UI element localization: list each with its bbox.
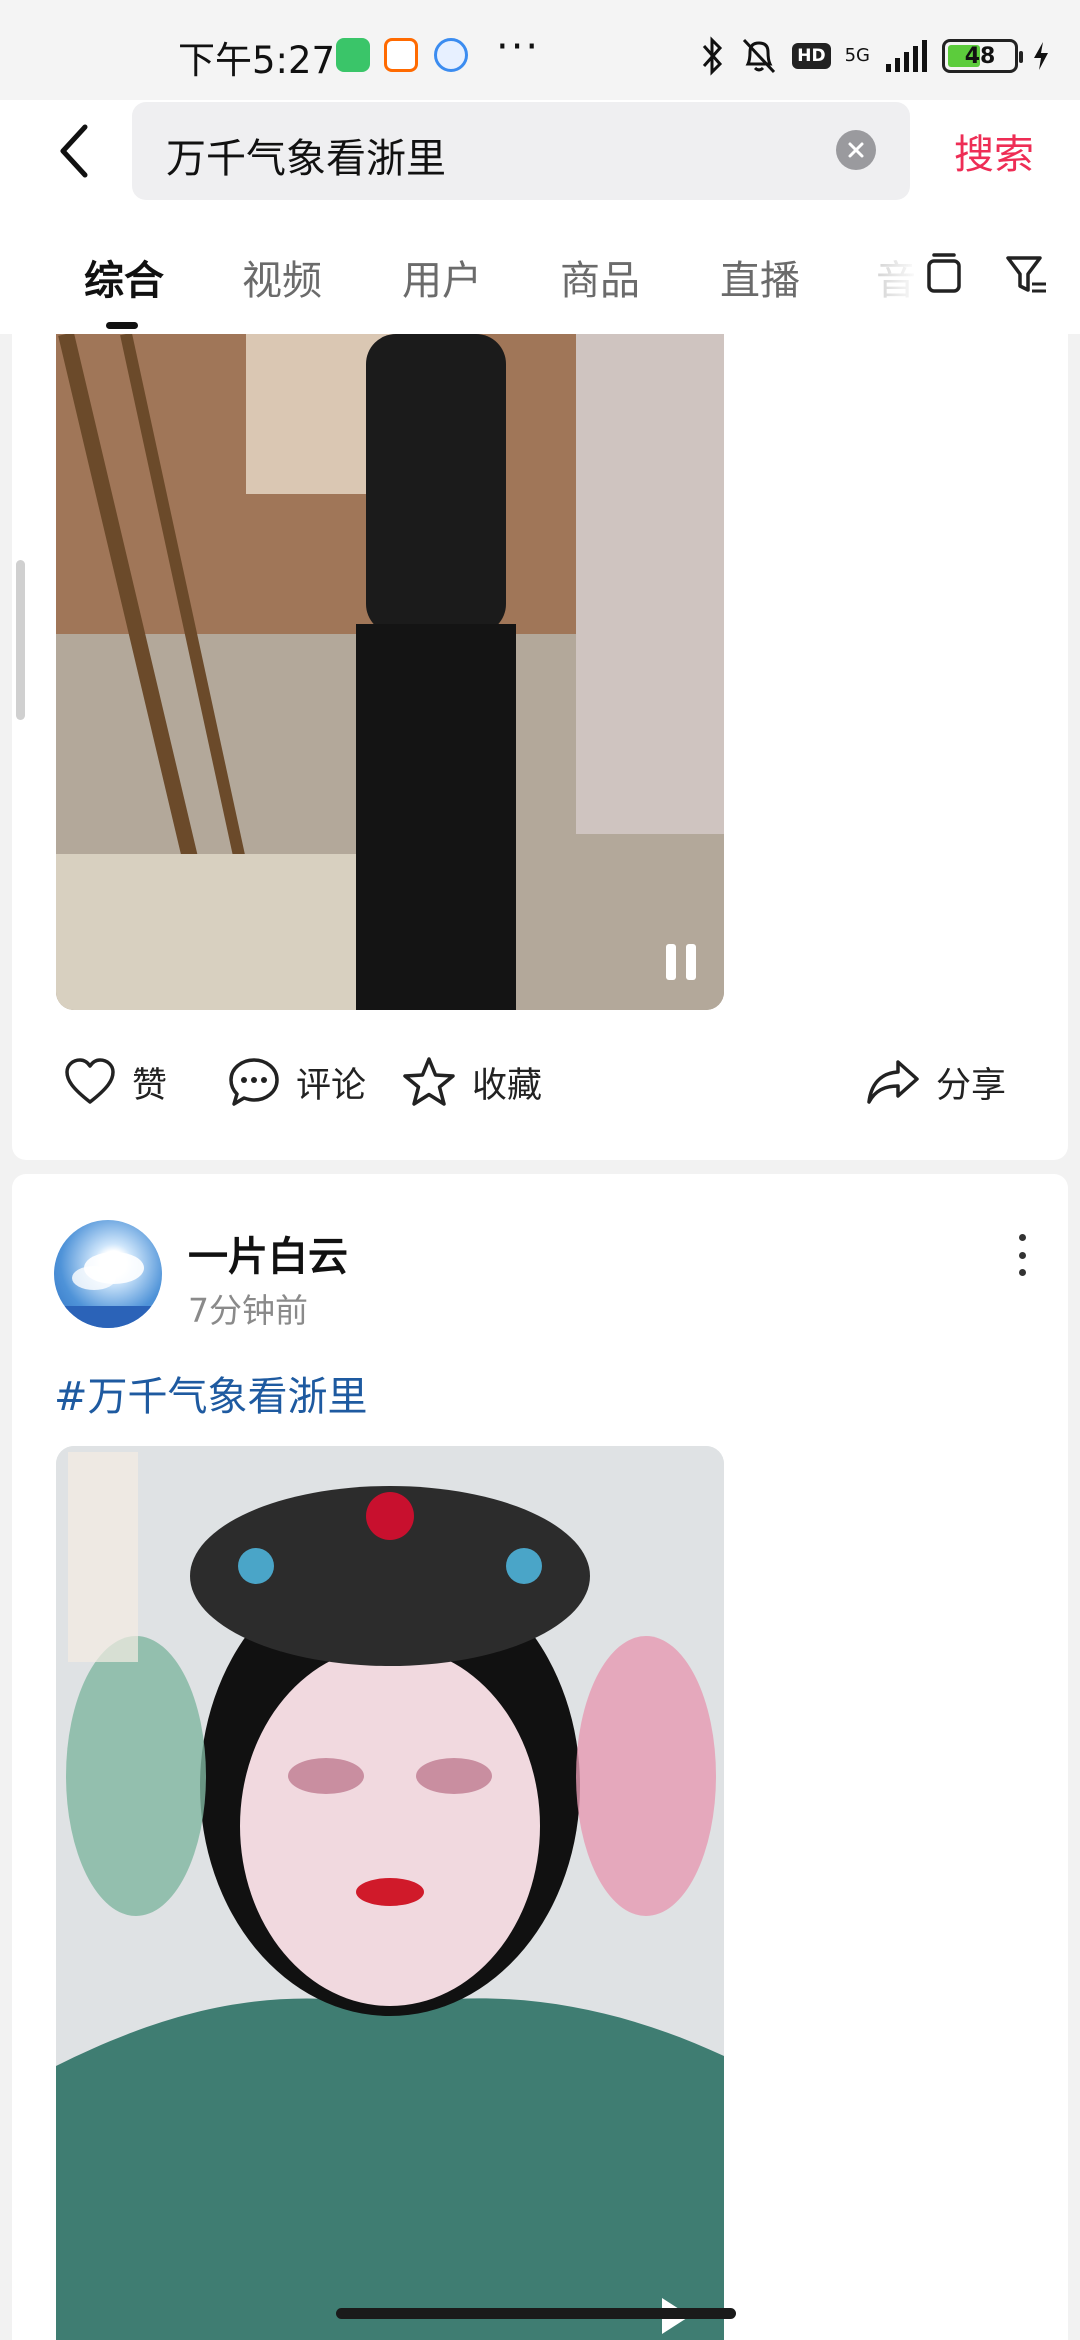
network-type: 5G [844,45,870,66]
58-app-icon [384,38,418,72]
comment-icon [229,1058,279,1106]
status-bar: 下午5:27 ··· HD 5G 48 [0,0,1080,100]
video-frame [56,334,724,1010]
avatar[interactable] [54,1220,162,1328]
pause-icon[interactable] [662,940,702,984]
battery-level: 48 [964,43,996,69]
comment-label: 评论 [296,1065,367,1106]
tab-comprehensive[interactable]: 综合 [84,248,164,306]
video-frame [56,1446,724,2340]
filter-icon [1006,256,1046,293]
more-dot [1018,1251,1026,1259]
cloud-avatar-image [54,1252,162,1328]
notification-overflow: ··· [496,24,541,70]
search-input[interactable]: 万千气象看浙里 [132,102,910,200]
battery-icon: 48 [942,39,1023,73]
scrollbar[interactable] [16,560,25,720]
tab-fade [860,210,920,334]
post-actions: 赞 评论 收藏 分享 [12,1010,1068,1160]
post-time: 7分钟前 [188,1291,308,1330]
close-icon [848,142,864,158]
cloud-app-icon [434,38,468,72]
search-header: 万千气象看浙里 搜索 [0,100,1080,210]
search-query-text: 万千气象看浙里 [166,136,446,182]
mute-bell-icon [743,38,776,74]
share-button[interactable]: 分享 [866,1052,1006,1112]
tab-video[interactable]: 视频 [242,248,322,306]
comment-button[interactable]: 评论 [228,1052,366,1112]
charging-icon [1034,42,1048,70]
card-layout-icon [927,253,961,293]
back-button[interactable] [40,116,110,186]
video-thumbnail[interactable] [56,1446,724,2340]
status-indicators: HD 5G 48 [700,34,1050,78]
more-dot [1018,1234,1026,1241]
video-thumbnail[interactable] [56,334,724,1010]
more-options-button[interactable] [1002,1230,1042,1280]
signal-icon [886,40,927,72]
chevron-left-icon [60,124,88,178]
search-result-tabs: 综合 视频 用户 商品 直播 音 [0,210,1080,334]
more-dot [1018,1269,1026,1276]
hashtag-link[interactable]: #万千气象看浙里 [54,1364,368,1422]
like-button[interactable]: 赞 [64,1052,167,1112]
author-name[interactable]: 一片白云 [188,1224,348,1282]
tab-products[interactable]: 商品 [560,248,640,306]
filter-button[interactable] [1002,250,1050,298]
share-label: 分享 [936,1065,1007,1106]
favorite-button[interactable]: 收藏 [402,1052,542,1112]
status-time: 下午5:27 [178,39,336,82]
layout-toggle-button[interactable] [920,250,968,298]
star-icon [403,1057,455,1106]
bluetooth-icon [703,36,723,76]
tab-live[interactable]: 直播 [720,248,800,306]
heart-icon [65,1058,115,1104]
active-tab-indicator [106,322,138,329]
feed-card: 赞 评论 收藏 分享 [12,334,1068,1160]
clear-search-button[interactable] [836,130,876,170]
like-label: 赞 [132,1065,168,1106]
hd-badge: HD [792,43,831,69]
search-button[interactable]: 搜索 [954,122,1034,180]
wechat-icon [336,38,370,72]
home-indicator[interactable] [336,2308,736,2319]
tab-users[interactable]: 用户 [402,248,482,306]
feed-card: 一片白云 7分钟前 #万千气象看浙里 [12,1174,1068,2340]
favorite-label: 收藏 [472,1065,543,1106]
share-icon [867,1060,919,1104]
